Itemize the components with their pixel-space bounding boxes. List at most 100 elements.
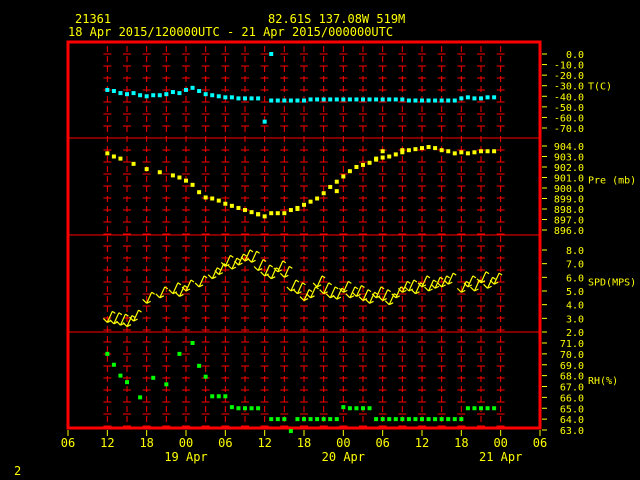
data-point — [446, 98, 451, 103]
data-point — [269, 52, 274, 56]
data-point — [334, 179, 339, 184]
data-point — [308, 417, 313, 422]
y-tick-label: -70.0 — [554, 124, 584, 135]
x-tick-label: 12 — [415, 436, 429, 450]
data-point — [164, 92, 169, 97]
data-point — [197, 89, 202, 93]
meteogram-chart: 21361 82.61S 137.08W 519M 18 Apr 2015/12… — [14, 12, 636, 478]
data-point — [243, 406, 247, 411]
data-point — [354, 165, 359, 169]
data-point — [125, 92, 129, 97]
data-point — [308, 199, 313, 204]
data-point — [406, 98, 411, 103]
x-tick-label: 12 — [100, 436, 114, 450]
data-point — [177, 91, 182, 96]
y-tick-label: 899.0 — [554, 195, 584, 206]
y-tick-label: 69.0 — [560, 361, 584, 372]
data-point — [164, 382, 169, 387]
y-tick-label: 897.0 — [554, 216, 584, 227]
x-tick-label: 06 — [218, 436, 232, 450]
data-point — [144, 94, 149, 99]
x-tick-label: 06 — [375, 436, 389, 450]
data-point — [157, 170, 162, 175]
data-point — [111, 362, 116, 367]
y-tick-label: -20.0 — [554, 71, 584, 82]
data-point — [347, 169, 352, 174]
data-point — [229, 203, 234, 208]
data-point — [328, 184, 333, 189]
data-point — [223, 95, 228, 100]
data-point — [354, 97, 359, 102]
data-point — [151, 93, 156, 98]
data-point — [131, 161, 136, 166]
data-point — [452, 151, 457, 156]
data-point — [406, 417, 411, 422]
y-tick-label: 0.0 — [566, 50, 584, 61]
data-point — [308, 97, 313, 102]
data-point — [492, 406, 497, 411]
wind-barb — [266, 267, 280, 280]
data-point — [413, 417, 418, 422]
data-point — [269, 417, 274, 422]
data-point — [374, 417, 379, 422]
data-point — [328, 417, 333, 422]
data-point — [190, 182, 195, 187]
data-point — [105, 351, 110, 356]
data-point — [328, 97, 333, 102]
wind-barb — [109, 312, 123, 325]
y-tick-label: 900.0 — [554, 184, 584, 195]
data-point — [465, 95, 470, 100]
data-point — [302, 417, 306, 422]
data-point — [361, 162, 365, 167]
y-tick-label: -50.0 — [554, 103, 584, 114]
data-point — [125, 380, 129, 385]
data-point — [420, 146, 424, 151]
wind-barb — [338, 280, 352, 293]
data-point — [354, 406, 359, 411]
data-point — [446, 417, 451, 422]
data-point — [485, 149, 490, 154]
data-point — [105, 87, 110, 92]
data-point — [334, 189, 339, 194]
data-point — [184, 87, 188, 92]
data-point — [190, 85, 195, 90]
data-point — [367, 160, 372, 165]
data-point — [334, 97, 339, 102]
data-point — [341, 97, 346, 102]
data-point — [302, 98, 306, 103]
data-point — [426, 98, 431, 103]
data-point — [105, 151, 110, 156]
wind-barb — [476, 271, 490, 284]
data-point — [334, 417, 339, 422]
data-point — [269, 98, 274, 103]
data-point — [288, 98, 293, 103]
data-point — [479, 149, 483, 154]
x-date-label: 20 Apr — [322, 450, 365, 464]
data-point — [249, 406, 254, 411]
data-point — [243, 208, 247, 213]
wind-barb — [102, 310, 116, 323]
data-point — [236, 406, 241, 411]
data-point — [170, 173, 175, 178]
y-tick-label: 2.0 — [566, 328, 584, 339]
wind-barb — [424, 279, 437, 292]
y-tick-label: 67.0 — [560, 383, 584, 394]
x-tick-label: 00 — [493, 436, 507, 450]
data-point — [210, 394, 215, 399]
data-point — [380, 417, 385, 422]
wind-barb — [384, 293, 398, 306]
wind-barb — [168, 282, 182, 295]
data-point — [465, 151, 470, 156]
data-point — [197, 363, 202, 368]
wind-barb — [483, 276, 496, 289]
y-tick-label: 903.0 — [554, 153, 584, 164]
data-point — [400, 97, 405, 102]
data-point — [459, 417, 464, 422]
data-point — [387, 417, 392, 422]
data-point — [380, 97, 385, 102]
y-tick-label: 5.0 — [566, 287, 584, 298]
x-date-label: 21 Apr — [479, 450, 522, 464]
x-tick-label: 00 — [179, 436, 193, 450]
data-point — [446, 149, 451, 154]
station-id: 21361 — [75, 12, 111, 26]
